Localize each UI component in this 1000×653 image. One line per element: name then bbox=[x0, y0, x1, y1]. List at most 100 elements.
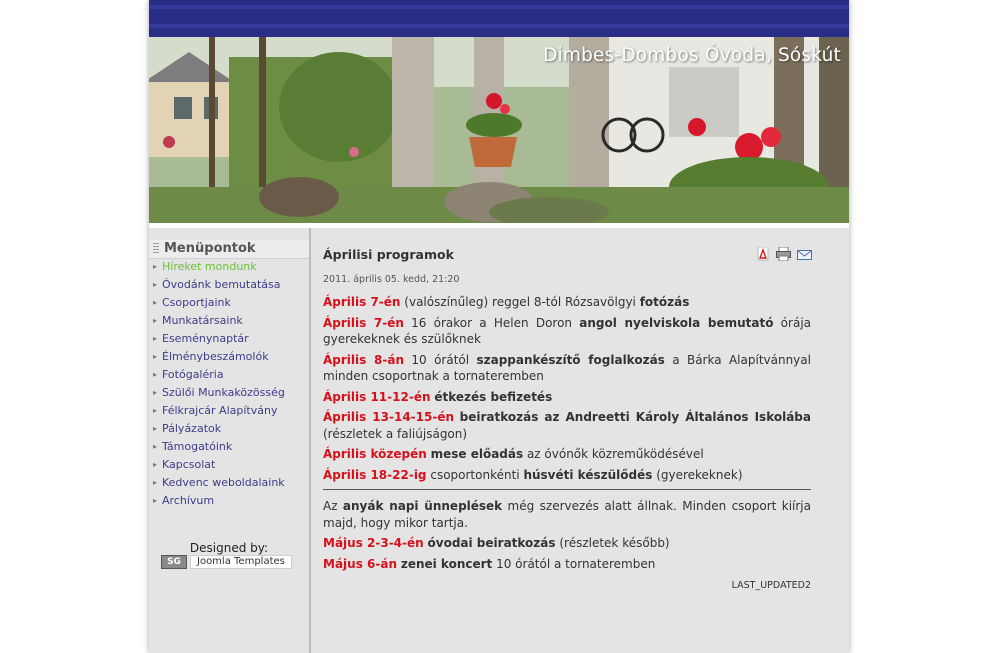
menu-item-label[interactable]: Fotógaléria bbox=[162, 367, 224, 383]
program-text: (valószínűleg) reggel 8-tól Rózsavölgyi bbox=[400, 295, 640, 309]
program-item: Április 18-22-ig csoportonkénti húsvéti … bbox=[323, 467, 811, 484]
top-bar-stripe bbox=[149, 24, 849, 28]
program-item: Április 7-én (valószínűleg) reggel 8-tól… bbox=[323, 294, 811, 311]
arrow-right-icon: ▸ bbox=[153, 262, 158, 271]
program-item: Április közepén mese előadás az óvónők k… bbox=[323, 446, 811, 463]
program-item: Április 13-14-15-én beiratkozás az Andre… bbox=[323, 409, 811, 442]
menu-item-label[interactable]: Kedvenc weboldalaink bbox=[162, 475, 285, 491]
menu-item-csoportjaink[interactable]: ▸ Csoportjaink bbox=[149, 295, 309, 313]
program-text: (részletek a faliújságon) bbox=[323, 426, 468, 441]
menu-item-label[interactable]: Híreket mondunk bbox=[162, 259, 257, 275]
main-menu: ▸ Híreket mondunk ▸ Óvodánk bemutatása ▸ Cs… bbox=[149, 259, 309, 511]
menu-item-munkatarsaink[interactable]: ▸ Munkatársaink bbox=[149, 313, 309, 331]
sidebar-divider bbox=[309, 228, 311, 653]
program-highlight: fotózás bbox=[639, 295, 690, 309]
program-item: Május 6-án zenei koncert 10 órától a tor… bbox=[323, 556, 811, 573]
pdf-icon[interactable] bbox=[757, 246, 770, 265]
article-icons bbox=[757, 246, 812, 265]
page-container: Dimbes-Dombos Óvoda, Sóskút Menüpontok ▸… bbox=[149, 0, 849, 653]
menu-item-tamogatoink[interactable]: ▸ Támogatóink bbox=[149, 439, 309, 457]
menu-item-elmenybeszamolok[interactable]: ▸ Élménybeszámolók bbox=[149, 349, 309, 367]
menu-item-palyazatok[interactable]: ▸ Pályázatok bbox=[149, 421, 309, 439]
program-text: az óvónők közreműködésével bbox=[523, 447, 704, 461]
program-highlight: angol nyelviskola bemutató bbox=[579, 315, 774, 330]
program-date: Április 7-én bbox=[323, 295, 401, 309]
menu-item-felkrajcar-alapitvany[interactable]: ▸ Félkrajcár Alapítvány bbox=[149, 403, 309, 421]
arrow-right-icon: ▸ bbox=[153, 406, 158, 415]
menu-item-label[interactable]: Pályázatok bbox=[162, 421, 221, 437]
program-highlight: óvodai beiratkozás bbox=[427, 536, 556, 550]
article-title: Áprilisi programok bbox=[323, 247, 454, 262]
menu-item-label[interactable]: Kapcsolat bbox=[162, 457, 215, 473]
section-divider bbox=[323, 489, 811, 490]
designer-badge[interactable]: SG Joomla Templates bbox=[161, 555, 292, 569]
program-item: Április 11-12-én étkezés befizetés bbox=[323, 389, 811, 406]
article-body: Április 7-én (valószínűleg) reggel 8-tól… bbox=[323, 294, 811, 576]
program-date: Április 8-án bbox=[323, 352, 405, 367]
arrow-right-icon: ▸ bbox=[153, 352, 158, 361]
program-text: 10 órától a tornateremben bbox=[492, 556, 656, 571]
menu-item-kapcsolat[interactable]: ▸ Kapcsolat bbox=[149, 457, 309, 475]
program-date: Április közepén bbox=[323, 447, 427, 461]
program-date: Május 6-án bbox=[323, 556, 397, 571]
menu-item-kedvenc-weboldalaink[interactable]: ▸ Kedvenc weboldalaink bbox=[149, 475, 309, 493]
menu-item-label[interactable]: Archívum bbox=[162, 493, 214, 509]
menu-item-fotogaleria[interactable]: ▸ Fotógaléria bbox=[149, 367, 309, 385]
program-date: Április 13-14-15-én bbox=[323, 410, 455, 424]
program-text: 10 órától bbox=[404, 352, 477, 367]
menu-item-label[interactable]: Élménybeszámolók bbox=[162, 349, 269, 365]
program-highlight: zenei koncert bbox=[400, 556, 493, 571]
main-content: Áprilisi programok 2011. április 05. ked… bbox=[323, 228, 813, 653]
menu-item-archivum[interactable]: ▸ Archívum bbox=[149, 493, 309, 511]
program-date: Május 2-3-4-én bbox=[323, 536, 424, 550]
program-text: 16 órakor a Helen Doron bbox=[403, 315, 580, 330]
sidebar: Menüpontok ▸ Híreket mondunk ▸ Óvodánk bem… bbox=[149, 228, 310, 653]
email-icon[interactable] bbox=[797, 246, 812, 265]
arrow-right-icon: ▸ bbox=[153, 424, 158, 433]
header-banner: Dimbes-Dombos Óvoda, Sóskút bbox=[149, 37, 849, 223]
arrow-right-icon: ▸ bbox=[153, 442, 158, 451]
program-highlight: anyák napi ünneplések bbox=[342, 499, 503, 513]
arrow-right-icon: ▸ bbox=[153, 316, 158, 325]
program-highlight: mese előadás bbox=[430, 447, 524, 461]
menu-item-label[interactable]: Munkatársaink bbox=[162, 313, 243, 329]
arrow-right-icon: ▸ bbox=[153, 280, 158, 289]
menu-item-label[interactable]: Csoportjaink bbox=[162, 295, 231, 311]
menu-item-label[interactable]: Eseménynaptár bbox=[162, 331, 249, 347]
arrow-right-icon: ▸ bbox=[153, 334, 158, 343]
designer-logo[interactable]: SG bbox=[161, 555, 187, 569]
menu-item-label[interactable]: Félkrajcár Alapítvány bbox=[162, 403, 277, 419]
grip-icon bbox=[153, 243, 159, 254]
program-date: Április 18-22-ig bbox=[323, 467, 427, 482]
menu-title: Menüpontok bbox=[164, 241, 256, 256]
program-text: (részletek később) bbox=[555, 536, 670, 550]
menu-item-szuloi-munkakozosseg[interactable]: ▸ Szülői Munkaközösség bbox=[149, 385, 309, 403]
arrow-right-icon: ▸ bbox=[153, 496, 158, 505]
top-bar-stripe bbox=[149, 5, 849, 9]
menu-item-hireket-mondunk[interactable]: ▸ Híreket mondunk bbox=[149, 259, 309, 277]
last-updated: LAST_UPDATED2 bbox=[731, 580, 811, 591]
program-text: Az bbox=[323, 499, 343, 513]
program-highlight: húsvéti készülődés bbox=[523, 467, 653, 482]
menu-item-label[interactable]: Támogatóink bbox=[162, 439, 232, 455]
menu-item-label[interactable]: Óvodánk bemutatása bbox=[162, 277, 280, 293]
program-date: Április 7-én bbox=[323, 315, 404, 330]
designer-link[interactable]: Joomla Templates bbox=[190, 555, 292, 569]
program-highlight: beiratkozás az Andreetti Károly Általáno… bbox=[459, 410, 811, 424]
arrow-right-icon: ▸ bbox=[153, 388, 158, 397]
top-bar bbox=[149, 0, 849, 37]
print-icon[interactable] bbox=[776, 246, 791, 265]
program-highlight: étkezés befizetés bbox=[434, 389, 553, 404]
program-item: Május 2-3-4-én óvodai beiratkozás (részl… bbox=[323, 535, 811, 552]
menu-item-ovodank-bemutatasa[interactable]: ▸ Óvodánk bemutatása bbox=[149, 277, 309, 295]
site-title: Dimbes-Dombos Óvoda, Sóskút bbox=[543, 45, 841, 66]
designed-by-label: Designed by: bbox=[189, 541, 269, 555]
article-date: 2011. április 05. kedd, 21:20 bbox=[323, 274, 460, 285]
arrow-right-icon: ▸ bbox=[153, 298, 158, 307]
menu-item-label[interactable]: Szülői Munkaközösség bbox=[162, 385, 285, 401]
arrow-right-icon: ▸ bbox=[153, 370, 158, 379]
menu-item-esemenynaptar[interactable]: ▸ Eseménynaptár bbox=[149, 331, 309, 349]
program-item: Április 8-án 10 órától szappankészítő fo… bbox=[323, 352, 811, 385]
program-text: (gyerekeknek) bbox=[652, 467, 743, 482]
program-date: Április 11-12-én bbox=[323, 389, 431, 404]
